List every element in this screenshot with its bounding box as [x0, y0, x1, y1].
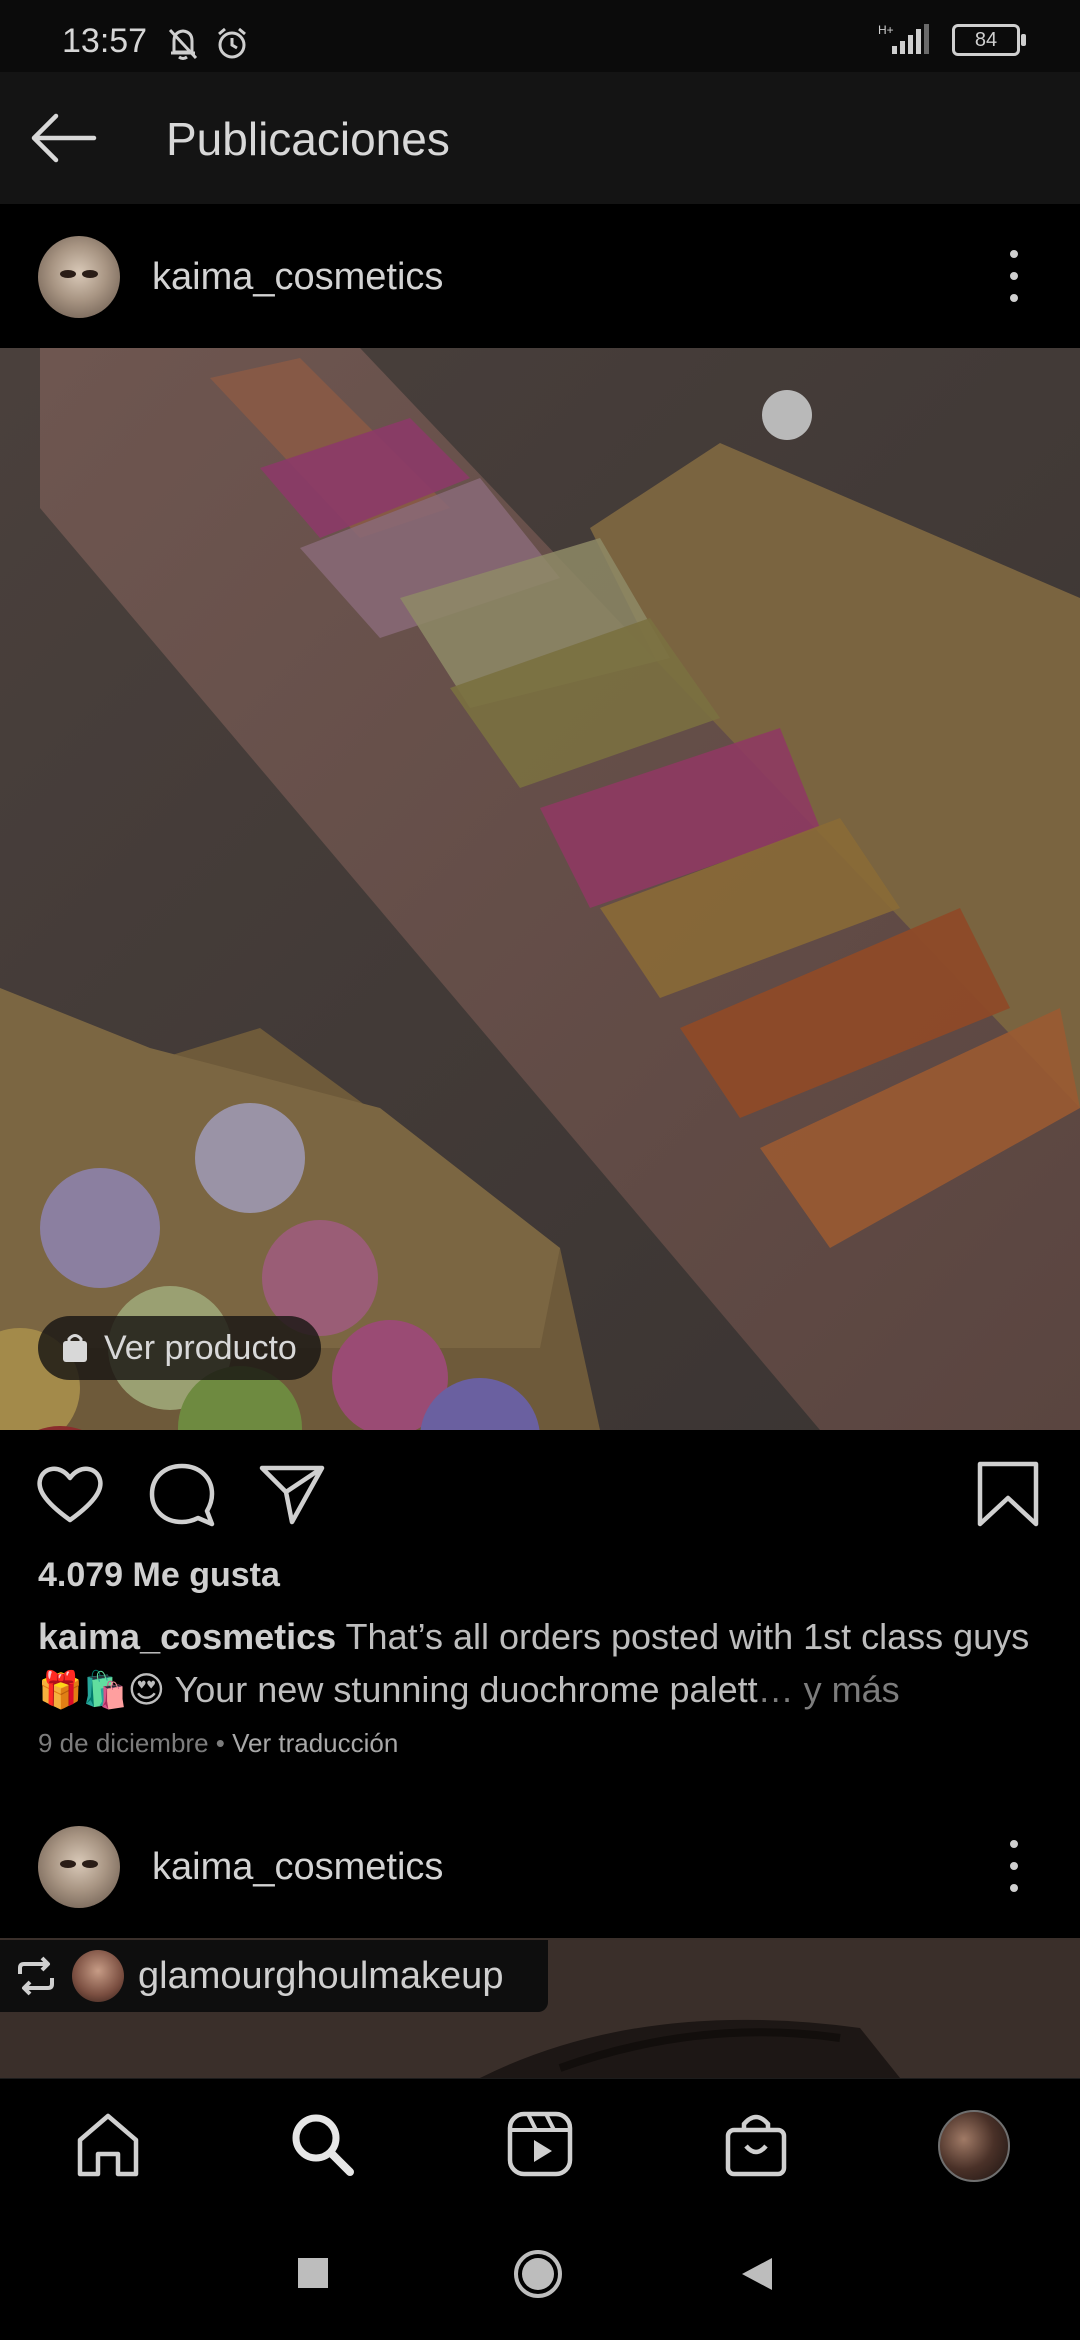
more-options-icon[interactable] [1004, 250, 1024, 302]
back-button-icon[interactable] [740, 2256, 774, 2292]
repost-username: glamourghoulmakeup [138, 1954, 504, 1997]
search-icon[interactable] [286, 2108, 358, 2180]
shop-icon[interactable] [720, 2108, 792, 2180]
avatar[interactable] [38, 236, 120, 318]
likes-count[interactable]: 4.079 Me gusta [38, 1556, 280, 1595]
repost-avatar [72, 1950, 124, 2002]
more-options-icon[interactable] [1004, 1840, 1024, 1892]
send-icon[interactable] [256, 1458, 328, 1530]
repost-tag[interactable]: glamourghoulmakeup [0, 1940, 548, 2012]
signal-icon: H+ [878, 23, 929, 54]
post-username[interactable]: kaima_cosmetics [152, 1846, 443, 1889]
caption-username[interactable]: kaima_cosmetics [38, 1616, 336, 1657]
view-product-button[interactable]: Ver producto [38, 1316, 321, 1380]
comment-icon[interactable] [146, 1458, 218, 1530]
translate-link[interactable]: Ver traducción [232, 1728, 398, 1758]
heart-icon[interactable] [34, 1458, 106, 1530]
svg-text:H+: H+ [878, 23, 894, 37]
post-meta: 9 de diciembre • Ver traducción [38, 1728, 399, 1758]
alarm-icon [218, 27, 246, 59]
shopping-bag-icon [63, 1334, 87, 1362]
post-username[interactable]: kaima_cosmetics [152, 256, 443, 299]
caption-more-link[interactable]: … y más [758, 1669, 900, 1710]
bell-off-icon [168, 28, 198, 60]
reels-icon[interactable] [504, 2108, 576, 2180]
status-right: H+ 84 [878, 22, 1026, 58]
avatar[interactable] [38, 1826, 120, 1908]
arrow-left-icon[interactable] [28, 110, 100, 166]
post-date: 9 de diciembre [38, 1728, 209, 1758]
post-caption: kaima_cosmetics That’s all orders posted… [38, 1610, 1048, 1716]
view-product-label: Ver producto [104, 1328, 297, 1367]
top-app-bar [0, 72, 1080, 204]
recent-apps-icon[interactable] [296, 2256, 330, 2290]
profile-avatar[interactable] [938, 2110, 1010, 2182]
status-icons [166, 26, 250, 62]
battery-indicator: 84 [952, 24, 1026, 56]
battery-level: 84 [974, 28, 998, 51]
post-image[interactable] [0, 348, 1080, 1430]
bookmark-icon[interactable] [972, 1458, 1044, 1530]
page-title: Publicaciones [166, 113, 450, 165]
carousel-indicator [762, 390, 812, 440]
home-button-icon[interactable] [512, 2248, 564, 2300]
repost-icon [18, 1956, 54, 1996]
status-time: 13:57 [62, 22, 148, 60]
home-icon[interactable] [72, 2108, 144, 2180]
